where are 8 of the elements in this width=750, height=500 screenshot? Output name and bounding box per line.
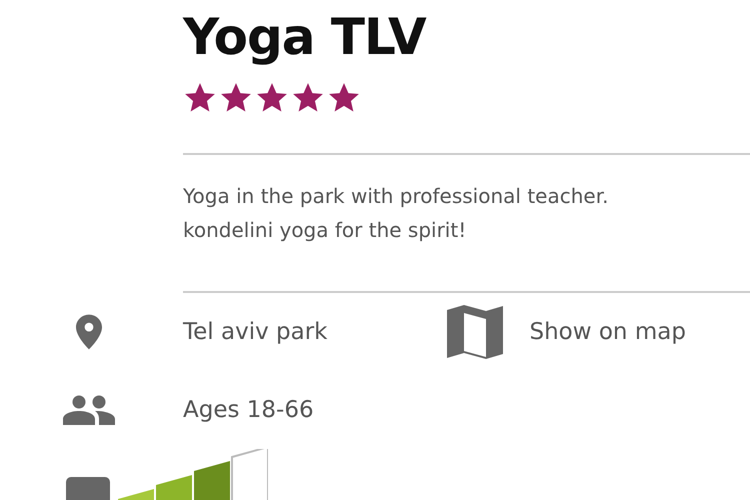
map-icon	[447, 304, 504, 360]
show-on-map-link[interactable]: Show on map	[529, 319, 686, 345]
location-text: Tel aviv park	[183, 319, 328, 345]
people-icon	[63, 393, 115, 427]
ages-text: Ages 18-66	[183, 397, 314, 423]
description-text: Yoga in the park with professional teacher. kondelini yoga for the spirit!	[183, 183, 610, 244]
location-pin-icon	[76, 312, 102, 352]
activity-title: Yoga TLV	[183, 7, 428, 68]
